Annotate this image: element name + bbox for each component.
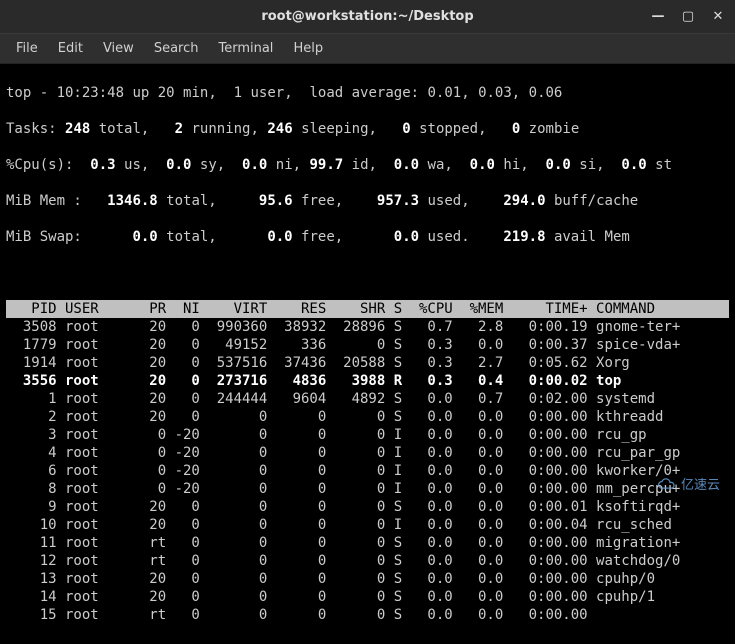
menubar: File Edit View Search Terminal Help (0, 34, 735, 64)
minimize-button[interactable]: — (649, 8, 667, 26)
table-row: 3 root 0 -20 0 0 0 I 0.0 0.0 0:00.00 rcu… (6, 426, 729, 444)
terminal-output[interactable]: top - 10:23:48 up 20 min, 1 user, load a… (0, 64, 735, 644)
process-list: 3508 root 20 0 990360 38932 28896 S 0.7 … (6, 318, 729, 624)
summary-line-4: MiB Mem : 1346.8 total, 95.6 free, 957.3… (6, 192, 729, 210)
window-titlebar: root@workstation:~/Desktop — ▢ ✕ (0, 0, 735, 34)
table-row: 10 root 20 0 0 0 0 I 0.0 0.0 0:00.04 rcu… (6, 516, 729, 534)
summary-line-2: Tasks: 248 total, 2 running, 246 sleepin… (6, 120, 729, 138)
table-row: 8 root 0 -20 0 0 0 I 0.0 0.0 0:00.00 mm_… (6, 480, 729, 498)
summary-line-5: MiB Swap: 0.0 total, 0.0 free, 0.0 used.… (6, 228, 729, 246)
table-row: 6 root 0 -20 0 0 0 I 0.0 0.0 0:00.00 kwo… (6, 462, 729, 480)
menu-terminal[interactable]: Terminal (208, 37, 283, 60)
watermark: 亿速云 (657, 474, 720, 493)
menu-help[interactable]: Help (283, 37, 333, 60)
table-row: 13 root 20 0 0 0 0 S 0.0 0.0 0:00.00 cpu… (6, 570, 729, 588)
table-row: 1779 root 20 0 49152 336 0 S 0.3 0.0 0:0… (6, 336, 729, 354)
window-title: root@workstation:~/Desktop (261, 9, 473, 24)
summary-line-1: top - 10:23:48 up 20 min, 1 user, load a… (6, 84, 729, 102)
close-button[interactable]: ✕ (709, 8, 727, 26)
menu-search[interactable]: Search (144, 37, 209, 60)
menu-file[interactable]: File (6, 37, 48, 60)
table-row: 2 root 20 0 0 0 0 S 0.0 0.0 0:00.00 kthr… (6, 408, 729, 426)
table-row: 11 root rt 0 0 0 0 S 0.0 0.0 0:00.00 mig… (6, 534, 729, 552)
table-row: 4 root 0 -20 0 0 0 I 0.0 0.0 0:00.00 rcu… (6, 444, 729, 462)
blank-line (6, 264, 729, 282)
table-row: 3508 root 20 0 990360 38932 28896 S 0.7 … (6, 318, 729, 336)
menu-edit[interactable]: Edit (48, 37, 93, 60)
table-row: 1 root 20 0 244444 9604 4892 S 0.0 0.7 0… (6, 390, 729, 408)
summary-line-3: %Cpu(s): 0.3 us, 0.0 sy, 0.0 ni, 99.7 id… (6, 156, 729, 174)
maximize-button[interactable]: ▢ (679, 8, 697, 26)
table-row: 12 root rt 0 0 0 0 S 0.0 0.0 0:00.00 wat… (6, 552, 729, 570)
cloud-icon (657, 476, 677, 492)
table-row: 14 root 20 0 0 0 0 S 0.0 0.0 0:00.00 cpu… (6, 588, 729, 606)
table-row: 3556 root 20 0 273716 4836 3988 R 0.3 0.… (6, 372, 729, 390)
table-row: 15 root rt 0 0 0 0 S 0.0 0.0 0:00.00 (6, 606, 729, 624)
table-row: 1914 root 20 0 537516 37436 20588 S 0.3 … (6, 354, 729, 372)
menu-view[interactable]: View (93, 37, 144, 60)
process-header: PID USER PR NI VIRT RES SHR S %CPU %MEM … (6, 300, 729, 318)
